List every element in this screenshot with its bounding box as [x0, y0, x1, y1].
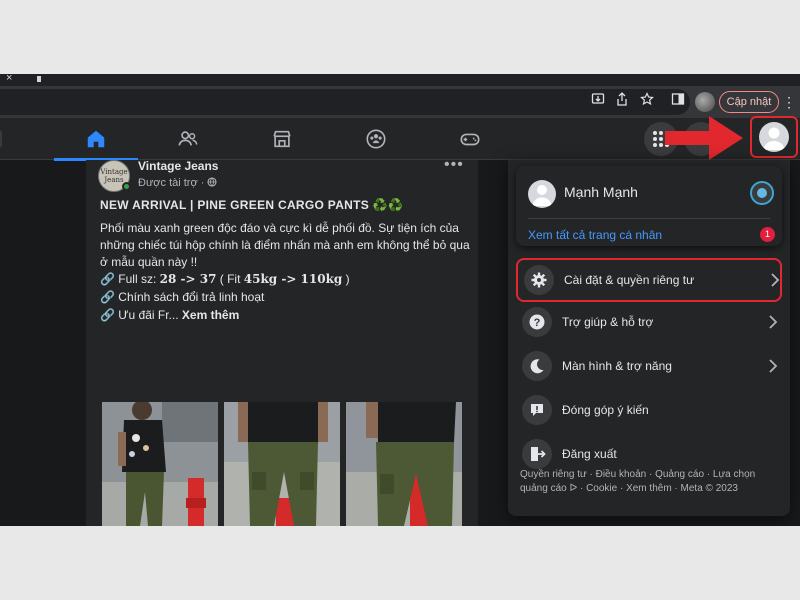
nav-tab-groups[interactable] [334, 118, 418, 160]
share-icon[interactable] [612, 92, 632, 112]
sponsored-label: Được tài trợ · [138, 177, 218, 189]
tab-icon [37, 76, 41, 82]
nav-tab-gaming[interactable] [428, 118, 512, 160]
page-name[interactable]: Vintage Jeans [138, 159, 218, 173]
post-photo-1[interactable] [102, 402, 218, 526]
update-button[interactable]: Cập nhật [719, 91, 779, 113]
size-fit-close: ) [342, 272, 350, 286]
post-photo-2[interactable] [224, 402, 340, 526]
menu-item-label: Cài đặt & quyền riêng tư [564, 273, 695, 287]
sponsored-text: Được tài trợ · [138, 177, 205, 189]
browser-profile-avatar[interactable] [695, 92, 715, 112]
size-fit: 45kg -> 110kg [243, 272, 343, 286]
switch-profile-icon[interactable] [750, 181, 774, 205]
nav-tab-home[interactable] [54, 118, 138, 161]
menu-item-label: Đăng xuất [562, 447, 617, 461]
sidepanel-icon[interactable] [668, 92, 688, 112]
chevron-right-icon [771, 273, 780, 287]
nav-tab-friends[interactable] [146, 118, 230, 160]
feedback-icon [522, 395, 552, 425]
marketplace-icon [273, 130, 291, 148]
profile-menu-button[interactable] [750, 116, 798, 158]
size-fit-open: ( Fit [216, 272, 244, 286]
see-more-link[interactable]: Xem thêm [182, 308, 239, 322]
size-prefix: 🔗 Full sz: [100, 272, 160, 286]
offer-text: 🔗 Ưu đãi Fr... [100, 308, 179, 322]
address-bar[interactable] [0, 89, 690, 115]
friends-icon [178, 131, 198, 146]
account-avatar [759, 122, 789, 152]
notification-badge: 1 [760, 227, 775, 242]
post-body: Phối màu xanh green độc đáo và cực kì dễ… [100, 221, 470, 269]
menu-footer-links[interactable]: Quyền riêng tư · Điều khoản · Quảng cáo … [520, 468, 782, 496]
moon-icon [522, 351, 552, 381]
red-arrow-annotation [665, 116, 743, 160]
browser-tabstrip: × [0, 74, 800, 86]
online-dot [122, 182, 131, 191]
menu-item-label: Trợ giúp & hỗ trợ [562, 315, 654, 329]
post-size-line: 🔗 Full sz: 28 -> 37 ( Fit 45kg -> 110kg … [100, 272, 350, 286]
post-photo-3[interactable] [346, 402, 462, 526]
profile-card-divider [528, 218, 770, 219]
menu-item-display-accessibility[interactable]: Màn hình & trợ năng [516, 346, 782, 390]
groups-icon [366, 129, 386, 149]
menu-item-label: Màn hình & trợ năng [562, 359, 672, 373]
svg-text:?: ? [534, 317, 541, 329]
post-headline: NEW ARRIVAL | PINE GREEN CARGO PANTS ♻️♻… [100, 198, 404, 212]
profile-card[interactable]: Mạnh Mạnh Xem tất cả trang cá nhân 1 [516, 166, 782, 246]
post-offer-line: 🔗 Ưu đãi Fr... Xem thêm [100, 308, 239, 322]
menu-item-help-support[interactable]: ? Trợ giúp & hỗ trợ [516, 302, 782, 346]
tab-close-icon[interactable]: × [6, 74, 12, 84]
see-all-profiles-link[interactable]: Xem tất cả trang cá nhân [528, 228, 662, 242]
menu-item-settings-privacy[interactable]: Cài đặt & quyền riêng tư [516, 258, 782, 302]
post-policy-line: 🔗 Chính sách đổi trả linh hoạt [100, 290, 265, 304]
install-icon[interactable] [588, 92, 608, 112]
size-range: 28 -> 37 [159, 272, 217, 286]
user-name[interactable]: Mạnh Mạnh [564, 184, 638, 200]
user-avatar [528, 180, 556, 208]
logout-icon [522, 439, 552, 469]
browser-menu-icon[interactable]: ⋮ [782, 92, 796, 112]
chevron-right-icon [769, 359, 778, 373]
globe-icon [207, 177, 218, 187]
menu-item-label: Đóng góp ý kiến [562, 403, 649, 417]
screenshot-frame: × Cập nhật ⋮ Vintage Jeans Vintage Jeans… [0, 74, 800, 526]
gaming-icon [460, 133, 480, 146]
account-dropdown-menu: Mạnh Mạnh Xem tất cả trang cá nhân 1 Cài… [508, 160, 790, 516]
sponsored-post: Vintage Jeans Vintage Jeans Được tài trợ… [86, 156, 478, 526]
home-icon [87, 130, 105, 148]
gear-icon [524, 265, 554, 295]
chevron-right-icon [769, 315, 778, 329]
nav-edge [0, 130, 2, 148]
help-icon: ? [522, 307, 552, 337]
nav-tab-marketplace[interactable] [240, 118, 324, 160]
menu-item-give-feedback[interactable]: Đóng góp ý kiến [516, 390, 782, 434]
star-icon[interactable] [637, 92, 657, 112]
post-options-icon[interactable]: ••• [444, 156, 464, 174]
